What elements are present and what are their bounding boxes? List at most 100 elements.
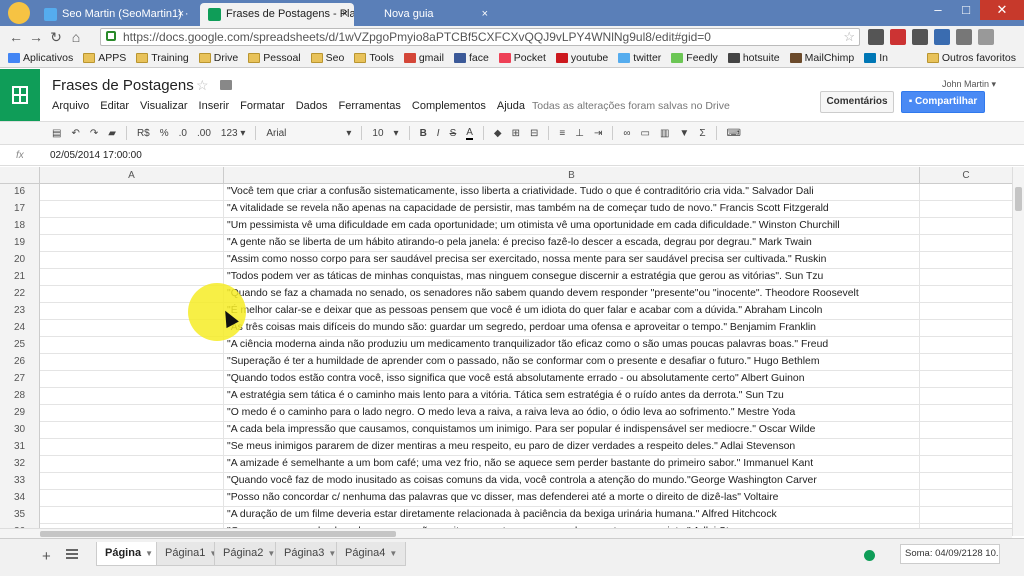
bookmark-folder[interactable]: APPS	[83, 52, 126, 64]
row-number[interactable]: 16	[0, 184, 40, 201]
font-size-select[interactable]: 10	[372, 128, 383, 139]
sum-summary[interactable]: Soma: 04/09/2128 10...	[900, 544, 1000, 564]
cell-b[interactable]: "A duração de um filme deveria estar dir…	[224, 507, 920, 524]
menu-item[interactable]: Complementos	[412, 100, 486, 112]
forward-icon[interactable]: →	[26, 29, 46, 45]
menu-item[interactable]: Ajuda	[497, 100, 525, 112]
bookmark-face[interactable]: face	[453, 52, 489, 64]
extension-icon[interactable]	[868, 29, 884, 45]
row-number[interactable]: 29	[0, 405, 40, 422]
sheet-tab[interactable]: Página4 ▼	[336, 542, 407, 566]
chevron-down-icon[interactable]: ▼	[145, 549, 153, 558]
gmail-extension-icon[interactable]	[890, 29, 906, 45]
bookmark-linkedin[interactable]: In	[864, 52, 888, 64]
percent-format-button[interactable]: %	[160, 128, 169, 139]
bookmark-folder[interactable]: Training	[136, 52, 189, 64]
address-bar[interactable]: https://docs.google.com/spreadsheets/d/1…	[100, 28, 860, 46]
cell-a[interactable]	[40, 405, 224, 422]
cell-a[interactable]	[40, 388, 224, 405]
user-name[interactable]: John Martin ▾	[942, 79, 996, 90]
cell-a[interactable]	[40, 184, 224, 201]
extension-badge-icon[interactable]	[934, 29, 950, 45]
menu-item[interactable]: Editar	[100, 100, 129, 112]
cell-b[interactable]: "Superação é ter a humildade de aprender…	[224, 354, 920, 371]
save-status[interactable]: Todas as alterações foram salvas no Driv…	[532, 100, 730, 112]
redo-icon[interactable]: ↷	[90, 128, 98, 139]
cell-b[interactable]: "Um pessimista vê uma dificuldade em cad…	[224, 218, 920, 235]
cell-b[interactable]: "Quando você faz de modo inusitado as co…	[224, 473, 920, 490]
other-bookmarks[interactable]: Outros favoritos	[926, 52, 1016, 64]
cell-a[interactable]	[40, 252, 224, 269]
cell-c[interactable]	[920, 201, 1012, 218]
cell-b[interactable]: "A ciência moderna ainda não produziu um…	[224, 337, 920, 354]
cell-a[interactable]	[40, 371, 224, 388]
share-button[interactable]: ▪ Compartilhar	[901, 91, 985, 113]
row-number[interactable]: 34	[0, 490, 40, 507]
sheets-logo[interactable]	[0, 69, 40, 121]
text-color-button[interactable]: A	[466, 127, 473, 140]
cell-b[interactable]: "A gente não se liberta de um hábito ati…	[224, 235, 920, 252]
cell-a[interactable]	[40, 473, 224, 490]
cell-b[interactable]: "Assim como nosso corpo para ser saudáve…	[224, 252, 920, 269]
profile-avatar[interactable]	[8, 2, 30, 24]
borders-icon[interactable]: ⊞	[512, 128, 520, 139]
cell-a[interactable]	[40, 337, 224, 354]
italic-button[interactable]: I	[437, 128, 440, 139]
row-number[interactable]: 18	[0, 218, 40, 235]
browser-tab-sheets[interactable]: Frases de Postagens - Plan ×	[200, 3, 354, 26]
cell-b[interactable]: "É melhor calar-se e deixar que as pesso…	[224, 303, 920, 320]
bookmark-mailchimp[interactable]: MailChimp	[789, 52, 854, 64]
merge-cells-icon[interactable]: ⊟	[530, 128, 538, 139]
cell-c[interactable]	[920, 405, 1012, 422]
star-icon[interactable]: ☆	[196, 77, 209, 94]
cell-a[interactable]	[40, 218, 224, 235]
row-number[interactable]: 20	[0, 252, 40, 269]
browser-tab-twitter[interactable]: Seo Martin (SeoMartin1) · ×	[36, 3, 190, 26]
cell-a[interactable]	[40, 490, 224, 507]
home-icon[interactable]: ⌂	[66, 29, 86, 45]
sheet-tab[interactable]: Página ▼	[96, 542, 162, 566]
cell-b[interactable]: "A cada bela impressão que causamos, con…	[224, 422, 920, 439]
bookmark-apps[interactable]: Aplicativos	[8, 52, 73, 64]
column-header-b[interactable]: B	[224, 167, 920, 184]
cell-c[interactable]	[920, 456, 1012, 473]
cell-c[interactable]	[920, 337, 1012, 354]
row-number[interactable]: 28	[0, 388, 40, 405]
add-sheet-icon[interactable]: +	[42, 548, 51, 565]
bookmark-feedly[interactable]: Feedly	[671, 52, 718, 64]
scroll-thumb[interactable]	[1015, 187, 1022, 211]
row-number[interactable]: 23	[0, 303, 40, 320]
cell-c[interactable]	[920, 303, 1012, 320]
close-tab-icon[interactable]: ×	[482, 3, 488, 25]
functions-icon[interactable]: Σ	[699, 128, 705, 139]
cell-a[interactable]	[40, 439, 224, 456]
bookmark-folder[interactable]: Seo	[310, 52, 344, 64]
column-header-c[interactable]: C	[920, 167, 1012, 184]
insert-chart-icon[interactable]: ▥	[660, 128, 669, 139]
cell-b[interactable]: "As três coisas mais difíceis do mundo s…	[224, 320, 920, 337]
print-icon[interactable]: ▤	[52, 128, 61, 139]
row-number[interactable]: 31	[0, 439, 40, 456]
cell-b[interactable]: "Todos podem ver as táticas de minhas co…	[224, 269, 920, 286]
column-header-a[interactable]: A	[40, 167, 224, 184]
bookmark-folder[interactable]: Drive	[198, 52, 238, 64]
row-number[interactable]: 33	[0, 473, 40, 490]
insert-comment-icon[interactable]: ▭	[641, 128, 650, 139]
chevron-down-icon[interactable]: ▼	[389, 549, 397, 558]
font-select[interactable]: Arial	[266, 128, 336, 139]
select-all-corner[interactable]	[0, 167, 40, 184]
cell-c[interactable]	[920, 184, 1012, 201]
minimize-icon[interactable]: –	[924, 0, 952, 20]
bookmark-star-icon[interactable]: ☆	[843, 29, 855, 45]
all-sheets-icon[interactable]	[66, 549, 78, 559]
cell-c[interactable]	[920, 371, 1012, 388]
scroll-thumb[interactable]	[40, 531, 396, 537]
cell-b[interactable]: "A vitalidade se revela não apenas na ca…	[224, 201, 920, 218]
row-number[interactable]: 30	[0, 422, 40, 439]
cell-c[interactable]	[920, 473, 1012, 490]
cell-c[interactable]	[920, 235, 1012, 252]
cell-c[interactable]	[920, 507, 1012, 524]
comments-button[interactable]: Comentários	[820, 91, 894, 113]
menu-item[interactable]: Inserir	[199, 100, 230, 112]
row-number[interactable]: 19	[0, 235, 40, 252]
